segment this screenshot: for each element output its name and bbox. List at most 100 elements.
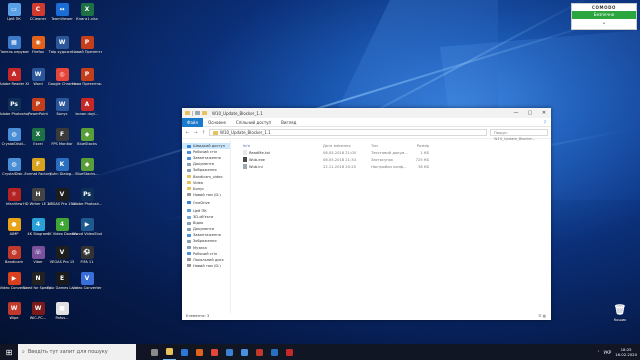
desktop-icon[interactable]: ■ Pafus... bbox=[50, 302, 74, 334]
tab-view[interactable]: Вигляд bbox=[276, 118, 301, 127]
app-icon: H bbox=[31, 188, 45, 201]
file-row[interactable]: ReadMe.txt 06.05.2018 21:00 Текстовий доку… bbox=[235, 149, 547, 156]
desktop-icon[interactable]: PНовий Презентаці... bbox=[72, 36, 102, 68]
folder-icon bbox=[187, 264, 191, 268]
column-size[interactable]: Розмір bbox=[411, 144, 429, 148]
desktop-icon[interactable]: X Книга1.xlsx bbox=[75, 3, 99, 35]
nav-pane-item[interactable]: Новий том (D:) bbox=[182, 263, 230, 269]
column-type[interactable]: Тип bbox=[371, 144, 411, 148]
taskbar-app-photos[interactable] bbox=[268, 344, 281, 360]
desktop-icon[interactable]: Akonan doyl... bbox=[75, 98, 99, 130]
folder-icon bbox=[185, 111, 190, 115]
desktop-icon[interactable]: F FPS Monitor bbox=[50, 128, 74, 160]
tab-share[interactable]: Спільний доступ bbox=[231, 118, 276, 127]
chrome-icon bbox=[211, 348, 218, 356]
new-folder-icon[interactable] bbox=[202, 111, 207, 115]
taskbar-app-mail[interactable] bbox=[238, 344, 251, 360]
app-icon: ☏ bbox=[31, 246, 45, 259]
file-list: Ім'я Дата змінення Тип Розмір ReadMe.txt… bbox=[231, 140, 551, 313]
column-headers: Ім'я Дата змінення Тип Розмір bbox=[235, 142, 547, 149]
file-name-text: ReadMe.txt bbox=[249, 150, 270, 155]
nav-pane-label: Швидкий доступ bbox=[193, 144, 225, 149]
start-button[interactable]: ⊞ bbox=[0, 344, 18, 360]
taskbar-app-firefox[interactable] bbox=[193, 344, 206, 360]
view-toggle-icon[interactable]: ☰ ▦ bbox=[538, 313, 546, 320]
forward-arrow-icon[interactable]: → bbox=[193, 130, 198, 136]
desktop-icon-label: Новий Презентаці... bbox=[72, 50, 102, 54]
back-arrow-icon[interactable]: ← bbox=[185, 130, 190, 136]
desktop-icon[interactable]: W Твір художн... bbox=[49, 36, 75, 68]
taskbar-app-store[interactable] bbox=[223, 344, 236, 360]
comodo-status: Безпечно bbox=[572, 11, 636, 19]
nav-pane-label: Зображення bbox=[193, 168, 217, 173]
divider bbox=[192, 110, 193, 116]
status-bar: Елементи: 3 ☰ ▦ bbox=[182, 313, 551, 320]
minimize-button[interactable]: — bbox=[509, 108, 523, 118]
folder-icon bbox=[187, 246, 191, 250]
nav-pane-label: Video bbox=[193, 180, 204, 185]
app-icon: N bbox=[31, 272, 45, 285]
desktop-icon[interactable]: PНова Презентаці... bbox=[72, 68, 102, 100]
taskbar-app-chrome[interactable] bbox=[208, 344, 221, 360]
taskbar-app-edge[interactable] bbox=[178, 344, 191, 360]
nav-pane-label: Новий том (D:) bbox=[193, 192, 221, 197]
search-input[interactable]: Пошук: W10_Update_Blocker... bbox=[490, 129, 548, 141]
nav-pane-label: Зображення bbox=[193, 239, 217, 244]
desktop-icon[interactable]: V VEGAS Pro 15.0 bbox=[48, 188, 76, 220]
maximize-button[interactable]: ▢ bbox=[523, 108, 537, 118]
desktop-icon-label: FIFA 11 bbox=[80, 260, 94, 264]
app-icon: 4 bbox=[55, 218, 69, 231]
close-button[interactable]: ✕ bbox=[537, 108, 551, 118]
nav-pane-item[interactable]: Новий том (D:) bbox=[182, 192, 230, 198]
app-icon: ◎ bbox=[55, 68, 69, 81]
desktop-icon[interactable]: ↔ TeamViewer bbox=[50, 3, 74, 35]
firefox-icon bbox=[196, 348, 203, 356]
file-row[interactable]: Wub.ini 22.11.2018 20:20 Настройки конф...… bbox=[235, 163, 547, 170]
app-icon: V bbox=[55, 246, 69, 259]
chevron-down-icon[interactable]: ⌄ bbox=[572, 19, 636, 27]
tab-file[interactable]: Файл bbox=[182, 117, 204, 127]
file-date: 06.05.2018 21:34 bbox=[323, 157, 356, 162]
nav-pane-label: Цей ПК bbox=[193, 208, 207, 213]
desktop-icon[interactable]: ◎ Google Chrome bbox=[48, 68, 76, 100]
file-date: 22.11.2018 20:20 bbox=[323, 164, 356, 169]
help-icon[interactable]: ? bbox=[539, 118, 551, 127]
tray-arrow-icon[interactable]: ˄ bbox=[598, 350, 600, 355]
desktop-icon[interactable]: V Video Converter bbox=[72, 272, 102, 304]
tab-home[interactable]: Основне bbox=[203, 118, 231, 127]
taskbar-app-bandicam[interactable] bbox=[253, 344, 266, 360]
taskbar-app-explorer[interactable] bbox=[163, 344, 176, 360]
column-date[interactable]: Дата змінення bbox=[323, 144, 371, 148]
properties-icon[interactable] bbox=[195, 111, 200, 115]
app-icon: ◍ bbox=[7, 128, 21, 141]
desktop-icon[interactable]: ◆ BlueStacks bbox=[75, 128, 99, 160]
app-icon: Ps bbox=[7, 98, 21, 111]
app-icon: ■ bbox=[55, 302, 69, 315]
address-bar[interactable]: W10_Update_Blocker_1.1 bbox=[209, 129, 487, 136]
folder-icon bbox=[187, 150, 191, 154]
taskbar-app-screenshot[interactable] bbox=[283, 344, 296, 360]
title-bar[interactable]: W10_Update_Blocker_1.1 — ▢ ✕ bbox=[182, 108, 551, 118]
nav-pane-label: Робочий стіл bbox=[193, 150, 218, 155]
file-size: 725 КБ bbox=[415, 157, 429, 162]
file-icon bbox=[243, 157, 247, 162]
comodo-widget[interactable]: COMODO Безпечно ⌄ bbox=[571, 3, 637, 30]
language-indicator[interactable]: УКР bbox=[604, 350, 612, 355]
taskbar-app-task-view[interactable] bbox=[148, 344, 161, 360]
up-arrow-icon[interactable]: ↑ bbox=[201, 130, 206, 136]
clock[interactable]: 18:25 16.02.2020 bbox=[615, 347, 637, 357]
column-name[interactable]: Ім'я bbox=[235, 144, 323, 148]
desktop-icon[interactable]: Ps Adobe Photosh... bbox=[72, 188, 102, 220]
taskbar-search[interactable]: ⌕ Введіть тут запит для пошуку bbox=[18, 344, 136, 360]
desktop-icon[interactable]: W Бонус bbox=[50, 98, 74, 130]
desktop-icon[interactable]: K Kuhn Dialog... bbox=[49, 158, 75, 190]
file-row[interactable]: Wub.exe 06.05.2018 21:34 Застосунок 725 КБ bbox=[235, 156, 547, 163]
screenshot-icon bbox=[286, 348, 293, 356]
desktop-icon[interactable]: ◆ BlueStacks... bbox=[75, 158, 99, 190]
nav-pane-item[interactable]: OneDrive bbox=[182, 200, 230, 206]
desktop-icon[interactable]: EEpic Games Launcher bbox=[47, 272, 77, 304]
desktop-icon-label: Pafus... bbox=[55, 316, 69, 320]
desktop-icon-recycle-bin[interactable]: 🗑 Кошик bbox=[608, 304, 632, 322]
taskbar: ⊞ ⌕ Введіть тут запит для пошуку ˄ УКР 1… bbox=[0, 344, 640, 360]
breadcrumb[interactable]: W10_Update_Blocker_1.1 bbox=[220, 130, 271, 135]
